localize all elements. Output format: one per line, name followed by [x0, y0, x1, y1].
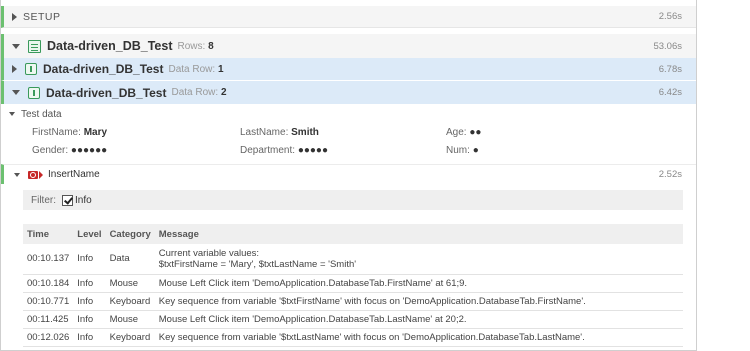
- insert-name-duration: 2.52s: [658, 169, 682, 180]
- log-level: Info: [73, 274, 106, 293]
- log-level: Info: [73, 244, 106, 275]
- column-header-level[interactable]: Level: [73, 224, 106, 244]
- data-row-2[interactable]: Data-driven_DB_Test Data Row: 2 6.42s: [1, 81, 696, 104]
- recording-arrow-icon: [39, 170, 43, 179]
- log-time: 00:10.137: [23, 244, 74, 275]
- collapse-arrow-icon[interactable]: [14, 172, 20, 177]
- insert-name-module[interactable]: InsertName 2.52s: [1, 164, 696, 184]
- collapse-arrow-icon[interactable]: [9, 112, 15, 116]
- report-panel: SETUP 2.56s Data-driven_DB_Test Rows: 8 …: [0, 0, 697, 351]
- department-field: Department: ●●●●●: [240, 145, 329, 156]
- firstname-field: FirstName: Mary: [32, 127, 108, 138]
- log-message: Key sequence from variable '$txtLastName…: [154, 328, 683, 347]
- log-level: Info: [73, 310, 106, 329]
- data-row-duration: 6.42s: [658, 87, 682, 98]
- collapse-arrow-icon[interactable]: [12, 43, 20, 49]
- test-data-label: Test data: [21, 108, 62, 120]
- log-time: 00:10.184: [23, 274, 74, 293]
- column-header-message[interactable]: Message: [154, 224, 683, 244]
- age-field: Age: ●●: [446, 127, 482, 138]
- log-level: Info: [73, 292, 106, 311]
- log-time: 00:12.026: [23, 328, 74, 347]
- expand-arrow-icon[interactable]: [12, 12, 17, 21]
- log-level: Info: [73, 328, 106, 347]
- setup-section[interactable]: SETUP 2.56s: [1, 6, 696, 28]
- test-case-icon: [25, 63, 37, 75]
- setup-label: SETUP: [23, 10, 61, 23]
- log-time: 00:11.425: [23, 310, 74, 329]
- data-row-number: Data Row: 1: [168, 63, 224, 75]
- log-table: Time Level Category Message 00:10.137 In…: [23, 224, 683, 347]
- rows-count: Rows: 8: [177, 40, 214, 52]
- data-driven-duration: 53.06s: [653, 40, 682, 52]
- data-row-title: Data-driven_DB_Test: [43, 62, 164, 76]
- data-driven-test-title: Data-driven_DB_Test: [47, 39, 173, 53]
- table-row[interactable]: 00:10.137 Info Data Current variable val…: [23, 244, 683, 275]
- insert-name-label: InsertName: [48, 169, 100, 180]
- log-table-header: Time Level Category Message: [23, 224, 683, 244]
- log-message: Current variable values: $txtFirstName =…: [154, 244, 683, 275]
- log-category: Mouse: [105, 274, 155, 293]
- filter-label: Filter:: [31, 194, 56, 206]
- expand-arrow-icon[interactable]: [12, 65, 17, 73]
- test-data-header[interactable]: Test data: [1, 106, 696, 122]
- table-row[interactable]: 00:10.771 Info Keyboard Key sequence fro…: [23, 292, 683, 311]
- log-time: 00:10.771: [23, 292, 74, 311]
- log-message: Key sequence from variable '$txtFirstNam…: [154, 292, 683, 311]
- gender-field: Gender: ●●●●●●: [32, 145, 108, 156]
- test-case-icon: [28, 86, 40, 99]
- log-message: Mouse Left Click item 'DemoApplication.D…: [154, 310, 683, 329]
- data-row-duration: 6.78s: [658, 63, 682, 75]
- data-driven-test-header[interactable]: Data-driven_DB_Test Rows: 8 53.06s: [1, 34, 696, 58]
- table-row[interactable]: 00:10.184 Info Mouse Mouse Left Click it…: [23, 274, 683, 293]
- num-field: Num: ●: [446, 145, 479, 156]
- collapse-arrow-icon[interactable]: [12, 90, 20, 95]
- lastname-field: LastName: Smith: [240, 127, 319, 138]
- table-row[interactable]: 00:12.026 Info Keyboard Key sequence fro…: [23, 328, 683, 347]
- log-category: Keyboard: [105, 292, 155, 311]
- table-row[interactable]: 00:11.425 Info Mouse Mouse Left Click it…: [23, 310, 683, 329]
- data-row-title: Data-driven_DB_Test: [46, 85, 167, 100]
- column-header-category[interactable]: Category: [105, 224, 155, 244]
- log-message: Mouse Left Click item 'DemoApplication.D…: [154, 274, 683, 293]
- setup-duration: 2.56s: [658, 11, 682, 22]
- column-header-time[interactable]: Time: [23, 224, 74, 244]
- info-filter-checkbox[interactable]: [62, 194, 73, 206]
- log-category: Keyboard: [105, 328, 155, 347]
- data-table-icon: [28, 39, 41, 53]
- log-category: Mouse: [105, 310, 155, 329]
- info-filter-label[interactable]: Info: [75, 195, 92, 206]
- data-row-1[interactable]: Data-driven_DB_Test Data Row: 1 6.78s: [1, 58, 696, 81]
- recording-module-icon: [28, 170, 38, 179]
- log-filter-bar: Filter: Info: [23, 190, 683, 210]
- data-row-number: Data Row: 2: [171, 87, 227, 98]
- log-category: Data: [105, 244, 155, 275]
